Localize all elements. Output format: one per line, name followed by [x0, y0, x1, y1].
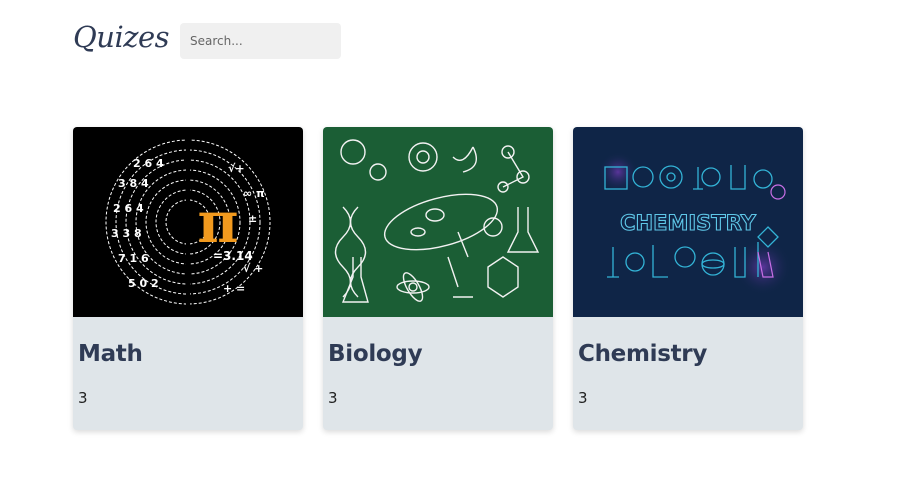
svg-text:∞ π: ∞ π	[243, 187, 265, 200]
svg-text:√+: √+	[228, 162, 245, 175]
svg-text:√ +: √ +	[243, 262, 263, 275]
quiz-card-title: Chemistry	[578, 341, 708, 367]
quiz-card-math[interactable]: 2 6 4 3 8 4 2 6 4 3 3 8 7 1 6 5 0 2 √+ ∞…	[73, 127, 303, 430]
svg-text:5 0 2: 5 0 2	[128, 277, 159, 290]
quiz-card-title: Biology	[328, 341, 423, 367]
svg-text:2 6 4: 2 6 4	[113, 202, 144, 215]
svg-text:7 1 6: 7 1 6	[118, 252, 149, 265]
svg-text:2 6 4: 2 6 4	[133, 157, 164, 170]
pi-symbol-icon: π	[198, 190, 239, 256]
chemistry-wordmark-text: CHEMISTRY	[620, 211, 757, 235]
quiz-card-biology[interactable]: Biology 3	[323, 127, 553, 430]
svg-text:3 8 4: 3 8 4	[118, 177, 149, 190]
quiz-card-count: 3	[328, 389, 338, 407]
search-input[interactable]	[180, 23, 341, 59]
quiz-card-count: 3	[78, 389, 88, 407]
svg-text:3 3 8: 3 3 8	[111, 227, 142, 240]
chemistry-lab-image: CHEMISTRY	[573, 127, 803, 317]
page-title: Quizes	[73, 20, 170, 54]
math-pi-image: 2 6 4 3 8 4 2 6 4 3 3 8 7 1 6 5 0 2 √+ ∞…	[73, 127, 303, 317]
quiz-card-count: 3	[578, 389, 588, 407]
quiz-card-chemistry[interactable]: CHEMISTRY Chemistry 3	[573, 127, 803, 430]
svg-text:=3.14: =3.14	[213, 249, 253, 263]
quiz-card-title: Math	[78, 341, 143, 367]
svg-text:+ =: + =	[223, 282, 245, 295]
svg-text:±: ±	[248, 212, 257, 225]
biology-doodle-image	[323, 127, 553, 317]
quiz-card-list: 2 6 4 3 8 4 2 6 4 3 3 8 7 1 6 5 0 2 √+ ∞…	[73, 127, 803, 430]
